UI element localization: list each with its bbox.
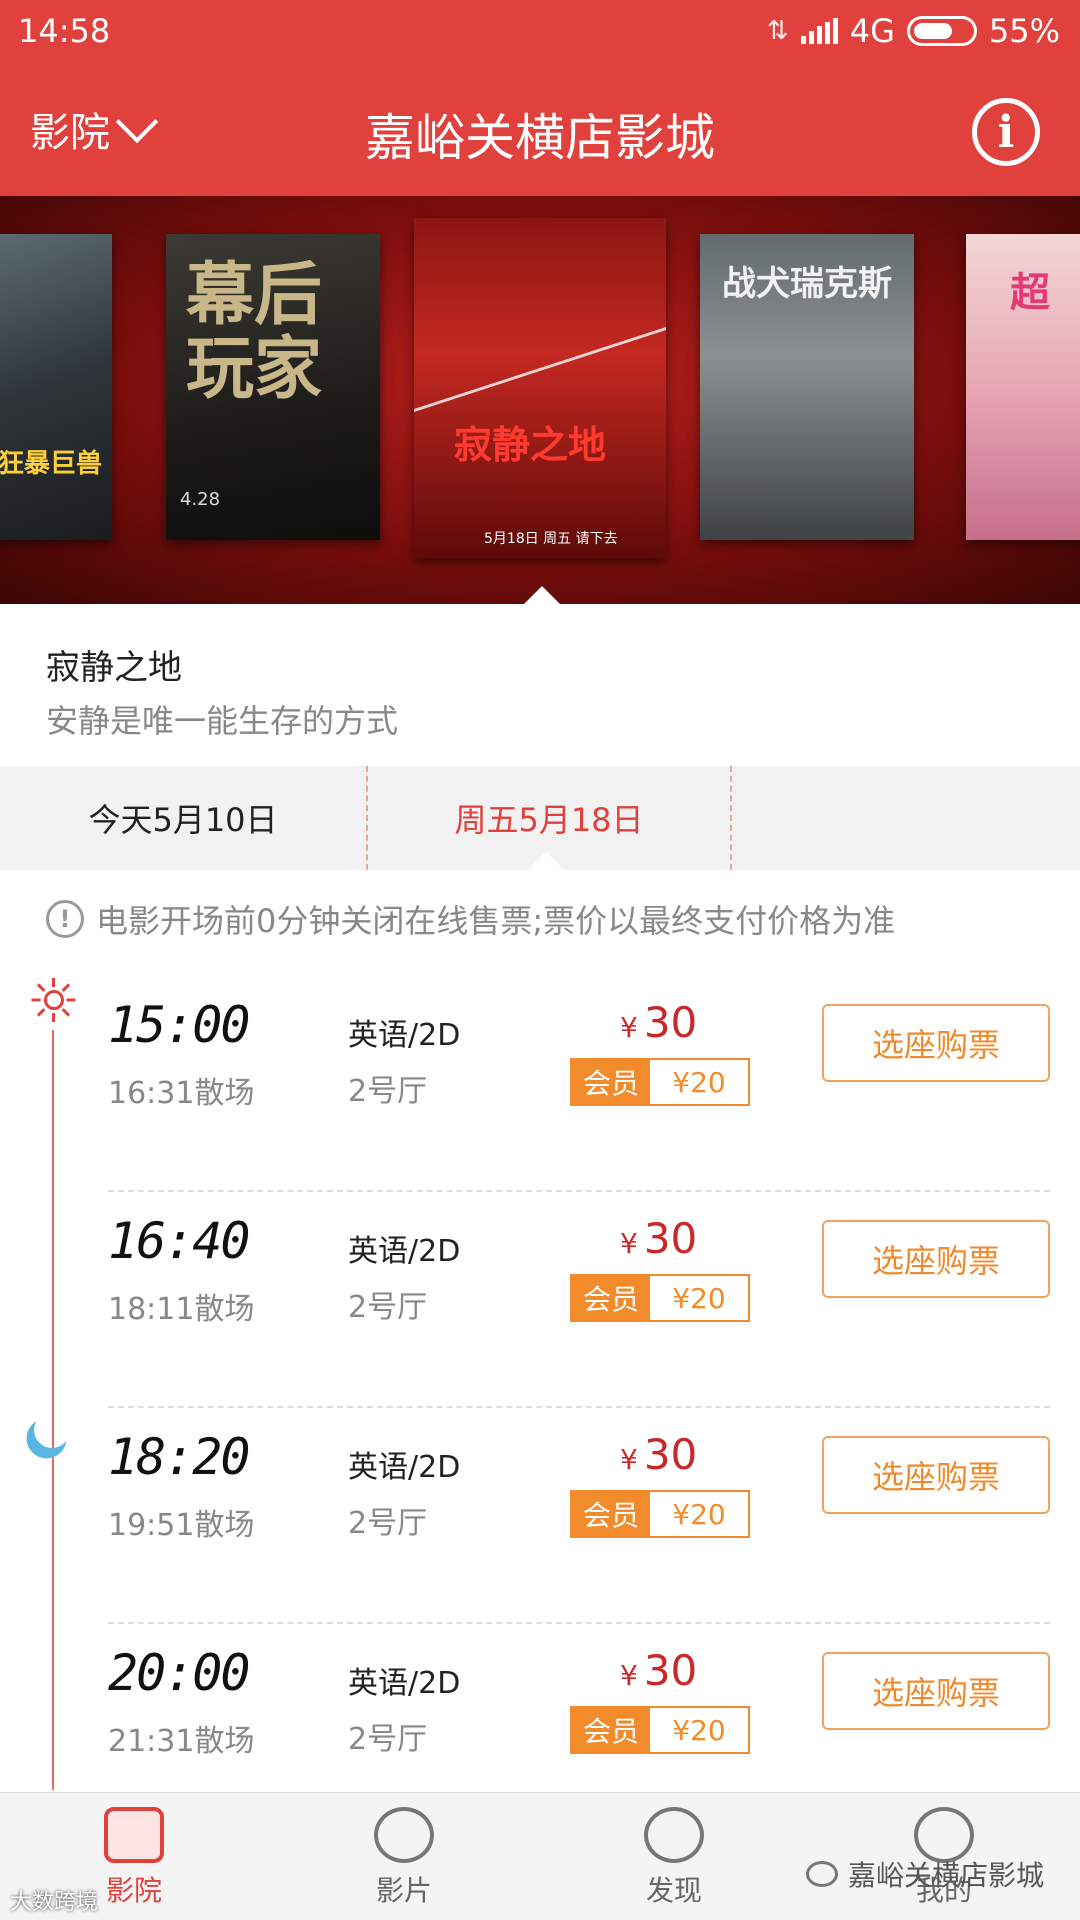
price: ¥30 [620,1646,698,1695]
select-seat-button[interactable]: 选座购票 [822,1220,1050,1298]
movie-title: 寂静之地 [46,648,182,688]
start-time: 16:40 [108,1212,251,1270]
date-tab-pointer [528,852,564,870]
watermark-text: 嘉峪关横店影城 [848,1859,1045,1892]
select-seat-button[interactable]: 选座购票 [822,1004,1050,1082]
data-activity-icon: ⇅ [766,16,789,46]
exclamation-icon: ! [46,900,84,938]
battery-level: 55% [988,12,1060,50]
poster-mubao[interactable]: 幕后玩家 4.28 [166,234,380,540]
poster-date: 5月18日 周五 请下去 [484,531,618,547]
poster-title: 寂静之地 [454,422,607,467]
carousel-pointer [524,586,560,604]
poster-quiet-place-selected[interactable]: 寂静之地 5月18日 周五 请下去 [414,218,666,558]
poster-title: 狂暴巨兽 [0,449,103,479]
corner-watermark: 大数跨境 [10,1890,99,1915]
nav-discover[interactable]: 发现 [604,1807,744,1909]
showtime-row: 16:40 18:11散场 英语/2D 2号厅 ¥30 会员 ¥20 选座购票 [0,1192,1080,1408]
info-icon[interactable]: i [972,98,1040,166]
notice-text: 电影开场前0分钟关闭在线售票;票价以最终支付价格为准 [96,902,896,940]
language-format: 英语/2D [348,1018,461,1053]
end-time: 19:51散场 [108,1508,255,1543]
page-title: 嘉峪关横店影城 [365,109,715,167]
member-price-badge: 会员 ¥20 [570,1058,750,1106]
nav-label: 发现 [645,1874,702,1907]
status-bar: 14:58 ⇅ 4G 55% [0,0,1080,62]
tab-date-today[interactable]: 今天5月10日 [0,766,366,870]
member-price-badge: 会员 ¥20 [570,1274,750,1322]
poster-title: 战犬瑞克斯 [722,264,892,304]
sales-notice: ! 电影开场前0分钟关闭在线售票;票价以最终支付价格为准 [46,896,895,942]
end-time: 21:31散场 [108,1724,255,1759]
start-time: 18:20 [108,1428,251,1486]
wechat-icon [806,1861,838,1887]
status-time: 14:58 [18,12,111,50]
hall: 2号厅 [348,1506,428,1541]
nav-label: 影院 [105,1874,162,1907]
price: ¥30 [620,1430,698,1479]
hall: 2号厅 [348,1290,428,1325]
hall: 2号厅 [348,1722,428,1757]
start-time: 15:00 [108,996,251,1054]
language-format: 英语/2D [348,1666,461,1701]
language-format: 英语/2D [348,1450,461,1485]
poster-date: 4.28 [180,489,221,510]
select-seat-button[interactable]: 选座购票 [822,1652,1050,1730]
poster-rex[interactable]: 战犬瑞克斯 [700,234,914,540]
battery-icon [906,16,977,46]
nav-movies[interactable]: 影片 [334,1807,474,1909]
select-seat-button[interactable]: 选座购票 [822,1436,1050,1514]
wechat-watermark: 嘉峪关横店影城 [806,1854,1044,1894]
cinema-icon [104,1807,164,1863]
poster-next[interactable]: 超 [966,234,1080,540]
poster-rampage[interactable]: 狂暴巨兽 [0,234,112,540]
language-format: 英语/2D [348,1234,461,1269]
poster-title: 幕后玩家 [186,255,323,409]
end-time: 16:31散场 [108,1076,255,1111]
film-reel-icon [374,1807,434,1863]
member-price-badge: 会员 ¥20 [570,1490,750,1538]
price: ¥30 [620,998,698,1047]
app-header: 14:58 ⇅ 4G 55% 影院 嘉峪关横店影城 i [0,0,1080,196]
price: ¥30 [620,1214,698,1263]
network-type: 4G [849,12,895,50]
movie-tagline: 安静是唯一能生存的方式 [46,702,399,740]
member-price-badge: 会员 ¥20 [570,1706,750,1754]
end-time: 18:11散场 [108,1292,255,1327]
nav-label: 影片 [375,1874,432,1907]
hall: 2号厅 [348,1074,428,1109]
signal-icon [800,18,838,44]
poster-title: 超 [1010,269,1050,316]
poster-carousel[interactable]: 狂暴巨兽 幕后玩家 4.28 寂静之地 5月18日 周五 请下去 战犬瑞克斯 超 [0,196,1080,604]
start-time: 20:00 [108,1644,251,1702]
showtime-row: 15:00 16:31散场 英语/2D 2号厅 ¥30 会员 ¥20 选座购票 [0,976,1080,1192]
showtime-row: 18:20 19:51散场 英语/2D 2号厅 ¥30 会员 ¥20 选座购票 [0,1408,1080,1624]
planet-icon [644,1807,704,1863]
